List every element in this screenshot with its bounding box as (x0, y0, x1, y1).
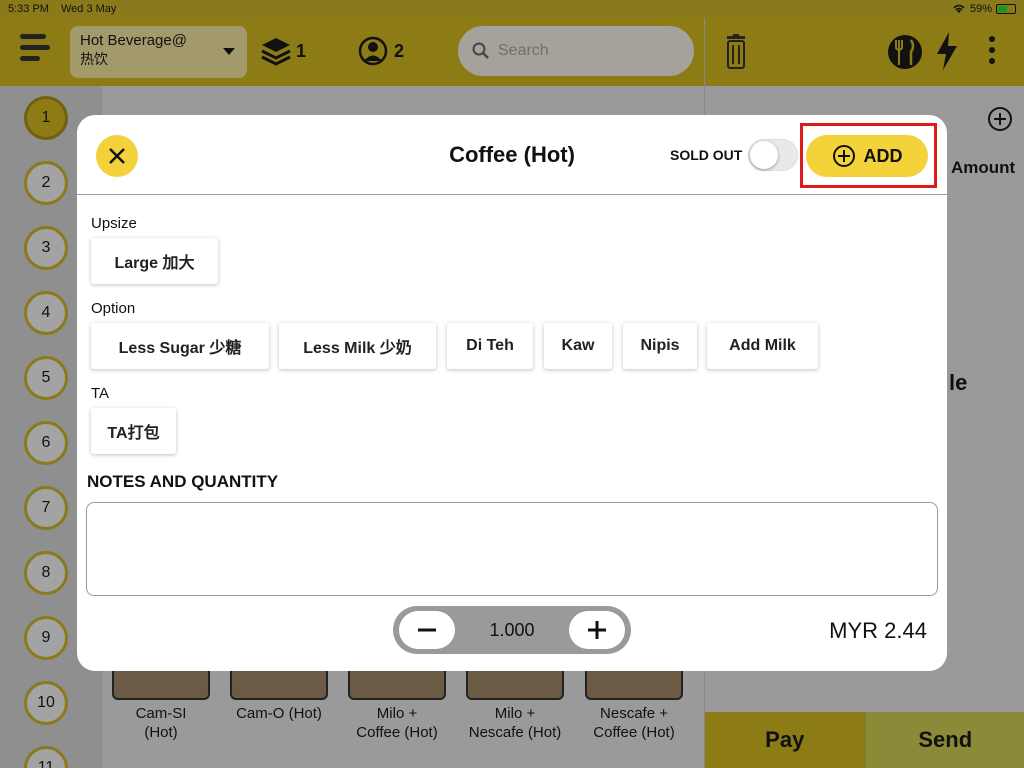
item-options-modal: Coffee (Hot) SOLD OUT ADD Upsize Large 加… (77, 115, 947, 671)
notes-input[interactable] (86, 502, 938, 596)
notes-quantity-label: NOTES AND QUANTITY (87, 472, 279, 491)
battery-fill (998, 6, 1008, 12)
battery-icon (996, 4, 1016, 14)
option-less-sugar[interactable]: Less Sugar 少糖 (91, 323, 269, 369)
table-button[interactable]: 7 (24, 486, 68, 530)
table-button[interactable]: 5 (24, 356, 68, 400)
table-button[interactable]: 2 (24, 161, 68, 205)
menu-tile-label: Cam-O (Hot) (230, 704, 328, 723)
menu-tile-label-line1: Nescafe + (600, 705, 668, 722)
menu-tile-label-line1: Cam-SI (135, 705, 187, 722)
menu-icon[interactable] (20, 34, 50, 68)
option-add-milk[interactable]: Add Milk (707, 323, 818, 369)
guest-count: 2 (394, 40, 405, 61)
person-icon (358, 36, 388, 66)
add-button-label: ADD (863, 145, 903, 166)
search-icon (472, 42, 489, 59)
add-button[interactable]: ADD (806, 135, 928, 177)
decrease-quantity-button[interactable] (399, 611, 455, 649)
menu-tile-label-line2: Nescafe (Hot) (468, 724, 562, 741)
table-button[interactable]: 1 (24, 96, 68, 140)
wifi-icon (953, 4, 965, 13)
add-customer-icon[interactable] (987, 106, 1013, 132)
table-button[interactable]: 9 (24, 616, 68, 660)
menu-tile-label-line2: Coffee (Hot) (593, 724, 675, 741)
menu-tile-label-line1: Milo + (376, 705, 418, 722)
plus-icon (588, 621, 606, 639)
table-button[interactable]: 11 (24, 746, 68, 768)
sold-out-toggle[interactable] (748, 139, 798, 171)
top-bar: Hot Beverage@ 热饮 1 2 (0, 18, 704, 86)
table-button[interactable]: 3 (24, 226, 68, 270)
modal-header: Coffee (Hot) SOLD OUT ADD (77, 115, 947, 195)
option-less-milk[interactable]: Less Milk 少奶 (279, 323, 436, 369)
table-button[interactable]: 4 (24, 291, 68, 335)
chevron-down-icon (223, 48, 235, 55)
status-time: 5:33 PM (8, 3, 49, 15)
orders-counter[interactable]: 1 (260, 36, 306, 66)
menu-tile-label: Cam-SI (Hot) (112, 704, 210, 742)
table-button[interactable]: 10 (24, 681, 68, 725)
search-bar[interactable] (458, 26, 694, 76)
amount-column-header: Amount (951, 158, 1016, 177)
menu-tile-label-line2: (Hot) (144, 724, 178, 741)
minus-icon (418, 628, 436, 632)
option-label: Option (91, 300, 136, 317)
item-price: MYR 2.44 (829, 618, 927, 643)
sold-out-label: SOLD OUT (670, 147, 743, 163)
status-bar: 5:33 PM Wed 3 May 59% (0, 0, 1024, 18)
more-options-icon[interactable] (989, 36, 995, 69)
option-di-teh[interactable]: Di Teh (447, 323, 533, 369)
dine-in-icon[interactable] (887, 32, 923, 72)
plus-circle-icon (832, 145, 855, 167)
option-large[interactable]: Large 加大 (91, 238, 218, 284)
orders-count: 1 (296, 40, 307, 61)
menu-tile-label: Milo + Nescafe (Hot) (466, 704, 564, 742)
category-dropdown[interactable]: Hot Beverage@ 热饮 (70, 26, 247, 78)
menu-tile-label-line2: Coffee (Hot) (356, 724, 438, 741)
menu-tile-label-line1: Cam-O (Hot) (236, 705, 322, 722)
option-nipis[interactable]: Nipis (623, 323, 697, 369)
lightning-icon[interactable] (935, 32, 959, 70)
option-takeaway[interactable]: TA打包 (91, 408, 176, 454)
battery-percent: 59% (969, 3, 992, 15)
table-button[interactable]: 8 (24, 551, 68, 595)
category-name: Hot Beverage@ (80, 32, 187, 49)
toggle-knob (750, 141, 778, 169)
menu-tile-label: Nescafe + Coffee (Hot) (585, 704, 683, 742)
order-panel-header (705, 18, 1024, 86)
status-date: Wed 3 May (60, 3, 117, 15)
menu-tile-label-line1: Milo + (494, 705, 536, 722)
search-input[interactable] (498, 42, 668, 60)
table-button[interactable]: 6 (24, 421, 68, 465)
ta-label: TA (91, 385, 110, 402)
quantity-stepper: 1.000 (393, 606, 631, 654)
option-kaw[interactable]: Kaw (544, 323, 612, 369)
panel-partial-text: le (949, 370, 968, 395)
guest-counter[interactable]: 2 (358, 36, 404, 66)
quantity-value: 1.000 (489, 620, 535, 640)
layers-icon (261, 38, 291, 66)
order-actions: Pay Send (705, 712, 1024, 768)
category-name-cn: 热饮 (80, 51, 108, 67)
pay-button[interactable]: Pay (705, 712, 865, 768)
send-button[interactable]: Send (864, 712, 1024, 768)
upsize-label: Upsize (91, 215, 137, 232)
trash-icon[interactable] (725, 34, 747, 70)
increase-quantity-button[interactable] (569, 611, 625, 649)
menu-tile-label: Milo + Coffee (Hot) (348, 704, 446, 742)
